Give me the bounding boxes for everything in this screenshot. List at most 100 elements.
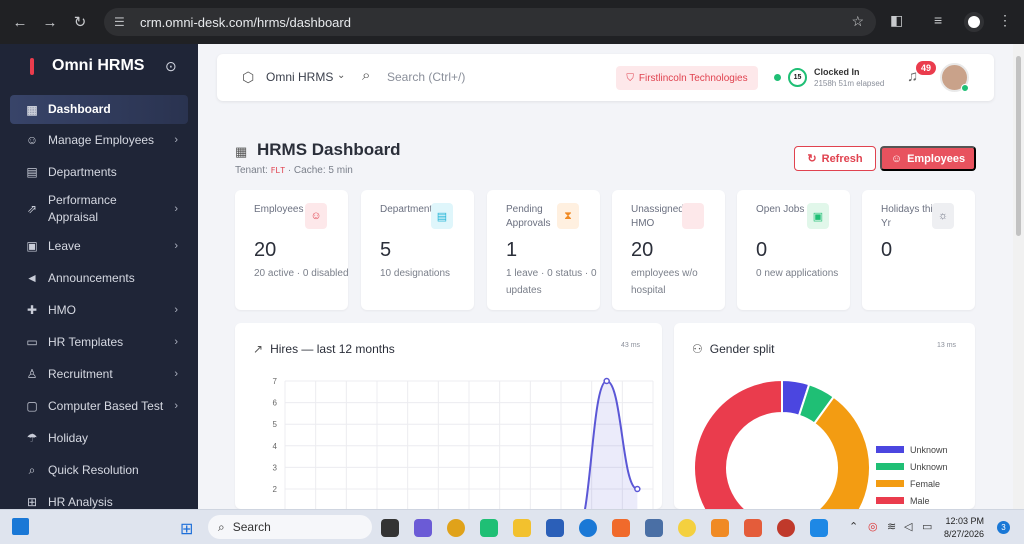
sidebar-item-computer-based-test[interactable]: ▢ Computer Based Test ›: [10, 390, 188, 422]
battery-icon[interactable]: ▭: [922, 520, 932, 533]
search-icon[interactable]: ⌕: [362, 67, 370, 84]
users-icon: ☺: [890, 152, 903, 165]
system-clock[interactable]: 12:03 PM 8/27/2026: [944, 515, 984, 541]
legend-item[interactable]: Male: [876, 492, 948, 509]
gender-legend: Unknown Unknown Female Male: [876, 441, 948, 509]
site-info-icon[interactable]: ☰: [114, 15, 132, 29]
chevron-right-icon: ›: [174, 336, 178, 348]
word-icon[interactable]: [546, 519, 564, 537]
sidebar-item-hr-templates[interactable]: ▭ HR Templates ›: [10, 326, 188, 358]
extensions-icon[interactable]: ◧: [890, 12, 903, 29]
stat-card-unassigned-hmo[interactable]: Unassigned HMO 20 employees w/o hospital: [612, 190, 725, 310]
profile-avatar[interactable]: [964, 12, 984, 32]
hourglass-icon: ⧗: [557, 203, 579, 229]
bookmark-star-icon[interactable]: ☆: [851, 13, 864, 30]
stat-value: 0: [756, 239, 768, 261]
notes-app-icon[interactable]: [645, 519, 663, 537]
git-app-icon[interactable]: [744, 519, 762, 537]
media-app-icon[interactable]: [777, 519, 795, 537]
scrollbar-thumb[interactable]: [1016, 56, 1021, 236]
xampp-icon[interactable]: [711, 519, 729, 537]
chrome-icon[interactable]: [447, 519, 465, 537]
legend-item[interactable]: Unknown: [876, 458, 948, 475]
volume-icon[interactable]: ◁: [904, 520, 912, 533]
stat-subtext: 1 leave · 0 status · 0 updates: [506, 268, 597, 296]
browser-toolbar: ← → ↻ ☰ crm.omni-desk.com/hrms/dashboard…: [0, 0, 1024, 44]
folder-icon[interactable]: [513, 519, 531, 537]
hires-line-chart: 2 3 4 5 6 7: [273, 377, 654, 509]
dashboard-grid-icon: ▦: [235, 144, 248, 159]
brand[interactable]: Omni HRMS: [30, 57, 144, 75]
sidebar-item-manage-employees[interactable]: ☺ Manage Employees ›: [10, 124, 188, 156]
stat-subtext: 0 new applications: [756, 268, 839, 279]
reload-icon[interactable]: ↻: [65, 13, 95, 31]
stat-card-departments[interactable]: Departments ▤ 5 10 designations: [361, 190, 474, 310]
stat-card-open-jobs[interactable]: Open Jobs ▣ 0 0 new applications: [737, 190, 850, 310]
browser-menu-icon[interactable]: ⋮: [998, 12, 1012, 29]
media-icon[interactable]: ≡: [934, 12, 942, 28]
stat-value: 1: [506, 239, 518, 261]
employees-button[interactable]: ☺ Employees: [880, 146, 976, 171]
stat-card-holidays-this-yr[interactable]: Holidays this Yr ☼ 0: [862, 190, 975, 310]
stat-card-employees[interactable]: Employees ☺ 20 20 active · 0 disabled: [235, 190, 349, 310]
forward-icon[interactable]: →: [35, 14, 65, 31]
app-switcher[interactable]: Omni HRMS: [266, 70, 333, 84]
sidebar-item-recruitment[interactable]: ♙ Recruitment ›: [10, 358, 188, 390]
building-icon: ▤: [26, 165, 38, 179]
legend-label: Male: [910, 495, 930, 506]
sidebar-item-label: Holiday: [48, 430, 89, 445]
chevron-down-icon[interactable]: ⌄: [337, 70, 345, 81]
windows-start-icon[interactable]: ⊞: [180, 519, 193, 539]
megaphone-icon: ◄: [26, 271, 38, 285]
sidebar-item-quick-resolution[interactable]: ⌕ Quick Resolution: [10, 454, 188, 486]
stack-app-icon[interactable]: [612, 519, 630, 537]
chevron-up-icon[interactable]: ⌃: [849, 520, 858, 533]
browser-app-icon[interactable]: [678, 519, 696, 537]
address-bar[interactable]: ☰ crm.omni-desk.com/hrms/dashboard ☆: [104, 8, 876, 36]
taskbar-search[interactable]: ⌕ Search: [208, 515, 372, 539]
file-explorer-app-icon[interactable]: [381, 519, 399, 537]
sidebar-item-label: HR Analysis: [48, 494, 113, 509]
back-icon[interactable]: ←: [5, 14, 35, 31]
widgets-icon[interactable]: [12, 518, 29, 535]
legend-item[interactable]: Female: [876, 475, 948, 492]
sidebar-item-label: Computer Based Test: [48, 398, 164, 413]
sidebar-item-hr-analysis[interactable]: ⊞ HR Analysis: [10, 486, 188, 510]
users-icon: ☺: [305, 203, 327, 229]
sidebar-item-label: Performance Appraisal: [48, 193, 117, 224]
notification-badge[interactable]: 3: [997, 521, 1010, 534]
edge-icon[interactable]: [579, 519, 597, 537]
page-scrollbar[interactable]: [1013, 44, 1024, 509]
legend-swatch: [876, 480, 904, 487]
stat-card-pending-approvals[interactable]: Pending Approvals ⧗ 1 1 leave · 0 status · …: [487, 190, 600, 310]
taskbar-search-label: Search: [232, 520, 271, 534]
sidebar-item-hmo[interactable]: ✚ HMO ›: [10, 294, 188, 326]
legend-swatch: [876, 446, 904, 453]
sidebar-item-label: Recruitment: [48, 366, 113, 381]
refresh-button[interactable]: ↻ Refresh: [794, 146, 876, 171]
wifi-icon[interactable]: ≋: [887, 520, 896, 533]
sidebar-item-announcements[interactable]: ◄ Announcements: [10, 262, 188, 294]
briefcase-icon: ▣: [807, 203, 829, 229]
sidebar-item-dashboard[interactable]: ▦ Dashboard: [10, 95, 188, 124]
hires-data-point[interactable]: [634, 485, 641, 493]
sidebar-item-performance-appraisal[interactable]: ⇗ Performance Appraisal ›: [10, 188, 188, 230]
sidebar-item-leave[interactable]: ▣ Leave ›: [10, 230, 188, 262]
company-badge[interactable]: ⛉ Firstlincoln Technologies: [616, 66, 758, 90]
search-input[interactable]: Search (Ctrl+/): [387, 70, 465, 84]
vscode-icon[interactable]: [810, 519, 828, 537]
avatar-online-dot: [961, 84, 969, 92]
user-avatar[interactable]: [940, 63, 969, 92]
chevron-right-icon: ›: [174, 400, 178, 412]
legend-item[interactable]: Unknown: [876, 441, 948, 458]
chat-app-icon[interactable]: [480, 519, 498, 537]
collapse-toggle-icon[interactable]: ⊙: [165, 58, 177, 75]
hires-data-point[interactable]: [603, 377, 610, 385]
y-tick-label: 5: [273, 420, 278, 429]
sidebar-item-departments[interactable]: ▤ Departments: [10, 156, 188, 188]
video-app-icon[interactable]: [414, 519, 432, 537]
sidebar-item-holiday[interactable]: ☂ Holiday: [10, 422, 188, 454]
sidebar-menu: ▦ Dashboard ☺ Manage Employees › ▤ Departments…: [10, 95, 188, 509]
sync-icon[interactable]: ◎: [868, 520, 878, 533]
clock-ring[interactable]: 15: [788, 68, 807, 87]
